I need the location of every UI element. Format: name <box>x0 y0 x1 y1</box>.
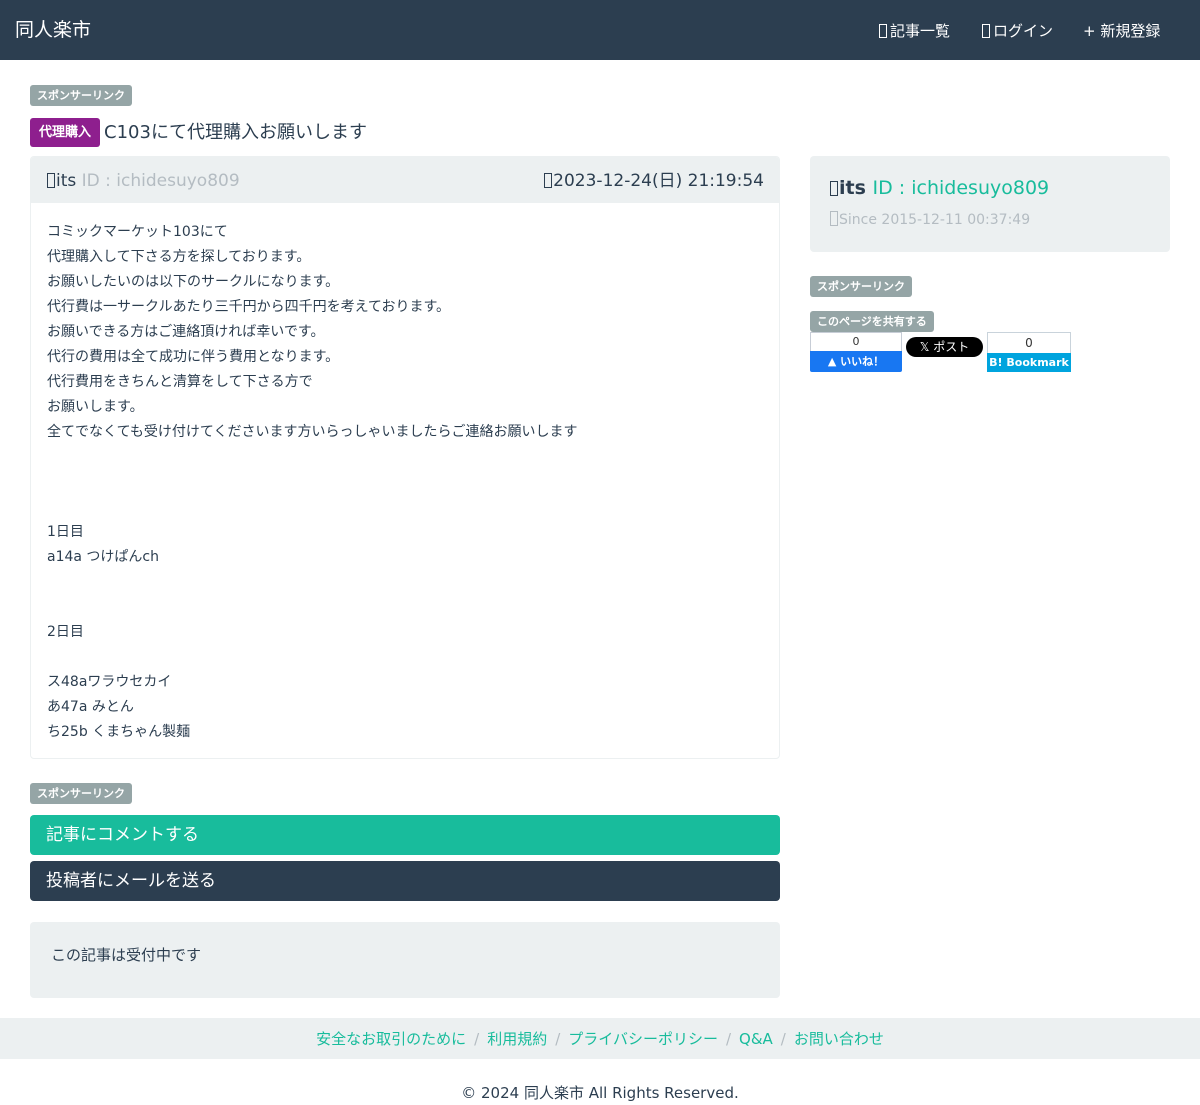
post-body-line: 1日目 <box>47 524 84 540</box>
navbar: 同人楽市 記事一覧 ログイン + 新規登録 <box>0 0 1200 60</box>
footer-links: 安全なお取引のために / 利用規約 / プライバシーポリシー / Q&A / お問い合わせ <box>316 1029 884 1049</box>
post-body-line: 代理購入して下さる方を探しております。 <box>47 249 311 265</box>
footer-link-terms[interactable]: 利用規約 <box>487 1030 547 1048</box>
sponsor-label: スポンサーリンク <box>810 276 912 297</box>
nav-item-label: 記事一覧 <box>890 22 951 40</box>
facebook-like-button[interactable]: 0 ▲ いいね！ <box>810 332 902 372</box>
thumbs-up-icon: ▲ <box>827 355 841 368</box>
post-body-line: a14a つけぱんch <box>47 549 159 565</box>
post-body-line: コミックマーケット103にて <box>47 224 228 240</box>
facebook-like-label: ▲ いいね！ <box>810 351 902 372</box>
page-title: C103にて代理購入お願いします <box>104 122 367 143</box>
profile-card: its ID : ichidesuyo809 Since 2015-12-11 … <box>810 156 1170 252</box>
post-body-line <box>47 470 763 495</box>
calendar-icon <box>830 211 838 226</box>
status-well: この記事は受付中です <box>30 922 780 998</box>
user-icon <box>47 173 55 188</box>
post-body-line: お願いできる方はご連絡頂ければ幸いです。 <box>47 324 325 340</box>
list-icon <box>879 24 887 38</box>
footer-link-safety[interactable]: 安全なお取引のために <box>316 1030 466 1048</box>
post-body-line: 2日目 <box>47 624 84 640</box>
post-body-line <box>47 445 763 470</box>
facebook-like-text: いいね！ <box>840 355 885 368</box>
footer-separator: / <box>780 1030 786 1048</box>
post-datetime-value: 2023-12-24(日) 21:19:54 <box>553 171 764 191</box>
footer-links-bar: 安全なお取引のために / 利用規約 / プライバシーポリシー / Q&A / お問い合わせ <box>0 1018 1200 1059</box>
profile-name-value: its <box>839 177 866 199</box>
nav-item-label: + 新規登録 <box>1083 22 1161 40</box>
post-body-line: ス48aワラウセカイ <box>47 674 172 690</box>
profile-name[interactable]: its ID : ichidesuyo809 <box>830 175 1049 201</box>
footer-link-contact[interactable]: お問い合わせ <box>794 1030 884 1048</box>
post-body-line <box>47 595 763 620</box>
footer-separator: / <box>555 1030 561 1048</box>
post-body-line <box>47 645 763 670</box>
sponsor-label: スポンサーリンク <box>30 783 132 804</box>
post-datetime: 2023-12-24(日) 21:19:54 <box>544 170 764 192</box>
profile-id: ID : ichidesuyo809 <box>872 177 1050 199</box>
post-panel: its ID : ichidesuyo809 2023-12-24(日) 21:… <box>30 156 780 759</box>
x-post-label: ポスト <box>933 340 970 354</box>
footer-link-qa[interactable]: Q&A <box>739 1030 773 1048</box>
post-body-line: お願いします。 <box>47 399 144 415</box>
nav-item-login[interactable]: ログイン <box>982 21 1053 41</box>
send-mail-button[interactable]: 投稿者にメールを送る <box>30 861 780 901</box>
post-body-line: 全てでなくても受け付けてくださいます方いらっしゃいましたらご連絡お願いします <box>47 424 578 440</box>
post-title-row: 代理購入 C103にて代理購入お願いします <box>30 118 367 147</box>
x-post-button[interactable]: 𝕏 ポスト <box>906 337 983 357</box>
post-body-line: ち25b くまちゃん製麺 <box>47 724 191 740</box>
footer-link-privacy[interactable]: プライバシーポリシー <box>568 1030 718 1048</box>
user-icon <box>830 181 838 196</box>
clock-icon <box>544 173 553 188</box>
post-body-line: 代行の費用は全て成功に伴う費用となります。 <box>47 349 340 365</box>
facebook-like-count: 0 <box>810 332 902 351</box>
profile-since-value: Since 2015-12-11 00:37:49 <box>839 212 1031 228</box>
share-label: このページを共有する <box>810 311 934 332</box>
status-text: この記事は受付中です <box>51 946 202 964</box>
category-badge[interactable]: 代理購入 <box>30 118 101 147</box>
post-body-line: お願いしたいのは以下のサークルになります。 <box>47 274 340 290</box>
hatena-bookmark-count: 0 <box>987 332 1071 353</box>
comment-button[interactable]: 記事にコメントする <box>30 815 780 855</box>
post-body-line <box>47 495 763 520</box>
login-icon <box>982 24 990 38</box>
post-header: its ID : ichidesuyo809 2023-12-24(日) 21:… <box>31 157 779 203</box>
nav-item-register[interactable]: + 新規登録 <box>1083 21 1160 41</box>
nav-item-articles[interactable]: 記事一覧 <box>879 21 950 41</box>
hatena-bookmark-label: B! Bookmark <box>987 353 1071 372</box>
post-body-line <box>47 570 763 595</box>
author-id: ID : ichidesuyo809 <box>81 171 240 191</box>
nav-item-label: ログイン <box>993 22 1054 40</box>
author-name: its <box>56 171 77 191</box>
copyright: © 2024 同人楽市 All Rights Reserved. <box>461 1084 739 1102</box>
post-author[interactable]: its ID : ichidesuyo809 <box>47 170 240 192</box>
post-body: コミックマーケット103にて代理購入して下さる方を探しております。お願いしたいの… <box>31 203 779 745</box>
x-logo-icon: 𝕏 <box>919 340 934 354</box>
footer-separator: / <box>474 1030 480 1048</box>
hatena-bookmark-button[interactable]: 0 B! Bookmark <box>987 332 1071 372</box>
post-body-line: あ47a みとん <box>47 699 134 715</box>
post-body-line: 代行費は一サークルあたり三千円から四千円を考えております。 <box>47 299 451 315</box>
brand-logo[interactable]: 同人楽市 <box>15 17 91 43</box>
post-body-line: 代行費用をきちんと清算をして下さる方で <box>47 374 313 390</box>
footer-separator: / <box>725 1030 732 1048</box>
profile-since: Since 2015-12-11 00:37:49 <box>830 210 1030 230</box>
sponsor-label: スポンサーリンク <box>30 85 132 106</box>
